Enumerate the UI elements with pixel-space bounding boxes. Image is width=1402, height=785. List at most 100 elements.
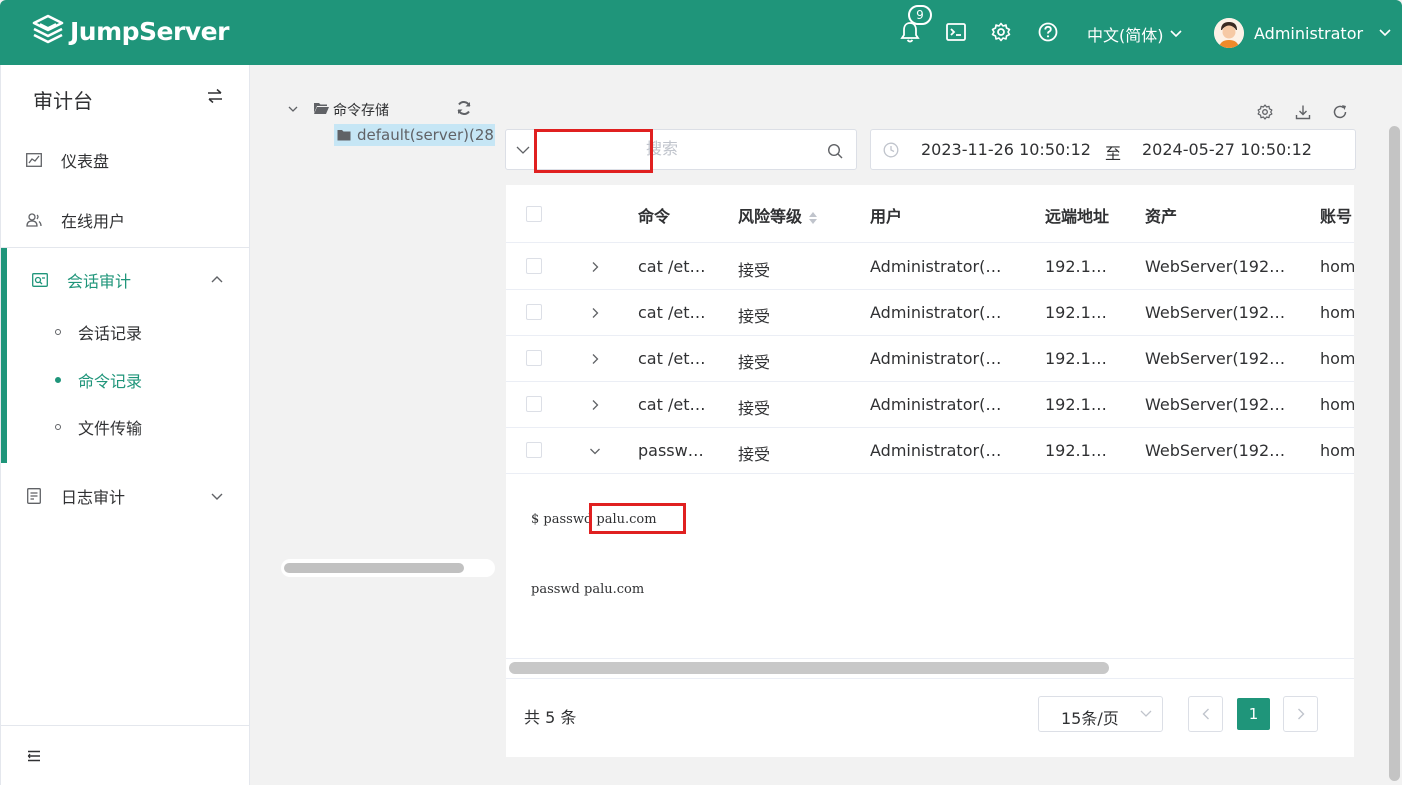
logo[interactable]: JumpServer <box>32 14 229 48</box>
chevron-down-icon[interactable] <box>287 103 299 115</box>
row-checkbox[interactable] <box>526 350 542 366</box>
column-header: 远端地址 <box>1045 207 1110 226</box>
sidebar-title: 审计台 <box>33 89 93 113</box>
folder-icon <box>337 130 351 141</box>
divider <box>1 725 249 726</box>
date-to[interactable]: 2024-05-27 10:50:12 <box>1142 140 1312 159</box>
select-all-checkbox[interactable] <box>526 206 542 222</box>
cell-user: Administrator(ad… <box>870 441 1010 460</box>
chevron-right-icon[interactable] <box>589 353 601 365</box>
cell-account: home <box>1320 395 1354 414</box>
refresh-icon[interactable] <box>1332 104 1348 120</box>
page-number-current[interactable]: 1 <box>1237 698 1270 730</box>
divider <box>506 678 1354 679</box>
search-icon[interactable] <box>827 143 843 159</box>
scrollbar-thumb[interactable] <box>284 563 464 573</box>
table-horizontal-scrollbar[interactable] <box>509 662 1109 674</box>
column-header-risk[interactable]: 风险等级 <box>738 203 818 227</box>
table-row[interactable]: cat /etc… 接受 Administrator(ad… 192.16… W… <box>506 336 1354 382</box>
row-checkbox[interactable] <box>526 304 542 320</box>
chevron-down-icon <box>1140 710 1152 717</box>
sort-icon[interactable] <box>808 211 818 225</box>
download-icon[interactable] <box>1295 104 1311 120</box>
sidebar-item-label: 日志审计 <box>61 488 126 507</box>
sidebar-subitem-session-records[interactable]: 会话记录 <box>1 312 249 352</box>
table-row[interactable]: cat /etc… 接受 Administrator(ad… 192.16… W… <box>506 290 1354 336</box>
chevron-down-icon[interactable] <box>516 144 530 156</box>
date-separator: 至 <box>1105 144 1122 163</box>
table-row[interactable]: cat /etc… 接受 Administrator(ad… 192.16… W… <box>506 244 1354 290</box>
column-header: 用户 <box>870 207 903 226</box>
table-row[interactable]: cat /etc… 接受 Administrator(ad… 192.16… W… <box>506 382 1354 428</box>
sidebar-item-log-audit[interactable]: 日志审计 <box>1 473 249 519</box>
tree-horizontal-scrollbar[interactable] <box>281 559 495 577</box>
table-header: 命令 风险等级 用户 远端地址 资产 账号 <box>506 185 1354 243</box>
language-label: 中文(简体) <box>1087 26 1164 45</box>
chevron-right-icon <box>1297 708 1304 720</box>
bullet-icon <box>55 329 61 335</box>
users-icon <box>25 211 43 229</box>
tree-root-label[interactable]: 命令存储 <box>333 100 389 120</box>
row-checkbox[interactable] <box>526 442 542 458</box>
chevron-down-icon <box>1379 29 1391 37</box>
sidebar: 审计台 仪表盘 在线用户 会话审计 会话记录 命令记录 文件传输 日志审计 <box>0 65 250 785</box>
chevron-right-icon[interactable] <box>589 261 601 273</box>
jumpserver-logo-icon <box>32 14 64 44</box>
highlight-box <box>589 503 686 534</box>
chevron-down-icon <box>1169 30 1182 38</box>
cell-command: passw… <box>638 441 704 460</box>
cell-remote: 192.16… <box>1045 257 1115 276</box>
sidebar-subitem-file-transfer[interactable]: 文件传输 <box>1 407 249 447</box>
sidebar-item-dashboard[interactable]: 仪表盘 <box>1 137 249 183</box>
cell-risk: 接受 <box>738 445 771 464</box>
refresh-icon[interactable] <box>456 100 472 116</box>
terminal-icon[interactable] <box>945 21 967 43</box>
cell-command: cat /etc… <box>638 395 713 414</box>
gear-icon[interactable] <box>990 21 1012 43</box>
switch-view-icon[interactable] <box>206 87 224 105</box>
user-menu[interactable]: Administrator <box>1214 18 1391 48</box>
top-header: JumpServer 9 中文(简体) Administrator <box>0 0 1402 65</box>
sidebar-item-session-audit[interactable]: 会话审计 <box>1 257 249 303</box>
cell-remote: 192.16… <box>1045 441 1115 460</box>
chevron-right-icon[interactable] <box>589 399 601 411</box>
sidebar-item-label: 会话审计 <box>67 272 132 291</box>
cell-user: Administrator(ad… <box>870 257 1010 276</box>
user-name: Administrator <box>1254 23 1364 43</box>
collapse-menu-icon[interactable] <box>27 750 41 762</box>
help-icon[interactable] <box>1037 21 1059 43</box>
chevron-down-icon[interactable] <box>589 445 601 457</box>
row-checkbox[interactable] <box>526 258 542 274</box>
row-checkbox[interactable] <box>526 396 542 412</box>
date-from[interactable]: 2023-11-26 10:50:12 <box>921 140 1091 159</box>
cell-command: cat /etc… <box>638 349 713 368</box>
cell-account: home <box>1320 441 1354 460</box>
next-page-button[interactable] <box>1283 696 1318 732</box>
cell-remote: 192.16… <box>1045 395 1115 414</box>
tree-node-default-server[interactable]: default(server)(28 <box>334 124 495 146</box>
chevron-up-icon <box>211 276 223 283</box>
search-input[interactable] <box>646 139 816 161</box>
tree-node-label: default(server)(28 <box>357 126 494 144</box>
cell-remote: 192.16… <box>1045 349 1115 368</box>
table-row-expanded[interactable]: passw… 接受 Administrator(ad… 192.16… WebS… <box>506 428 1354 474</box>
cell-account: home <box>1320 349 1354 368</box>
date-range-picker[interactable]: 2023-11-26 10:50:12 至 2024-05-27 10:50:1… <box>870 129 1356 170</box>
page-size-label: 15条/页 <box>1061 709 1119 728</box>
cell-user: Administrator(ad… <box>870 349 1010 368</box>
language-selector[interactable]: 中文(简体) <box>1087 22 1182 46</box>
total-count: 共 5 条 <box>524 708 577 727</box>
settings-icon[interactable] <box>1257 104 1273 120</box>
chevron-right-icon[interactable] <box>589 307 601 319</box>
page-size-select[interactable]: 15条/页 <box>1038 696 1163 732</box>
sidebar-item-online-users[interactable]: 在线用户 <box>1 197 249 243</box>
cell-user: Administrator(ad… <box>870 395 1010 414</box>
page-vertical-scrollbar[interactable] <box>1389 126 1400 781</box>
divider <box>1 247 249 248</box>
prev-page-button[interactable] <box>1188 696 1223 732</box>
sidebar-item-label: 仪表盘 <box>61 152 110 171</box>
sidebar-subitem-command-records[interactable]: 命令记录 <box>1 360 249 400</box>
bullet-icon <box>55 424 61 430</box>
cell-remote: 192.16… <box>1045 303 1115 322</box>
cell-account: home <box>1320 303 1354 322</box>
